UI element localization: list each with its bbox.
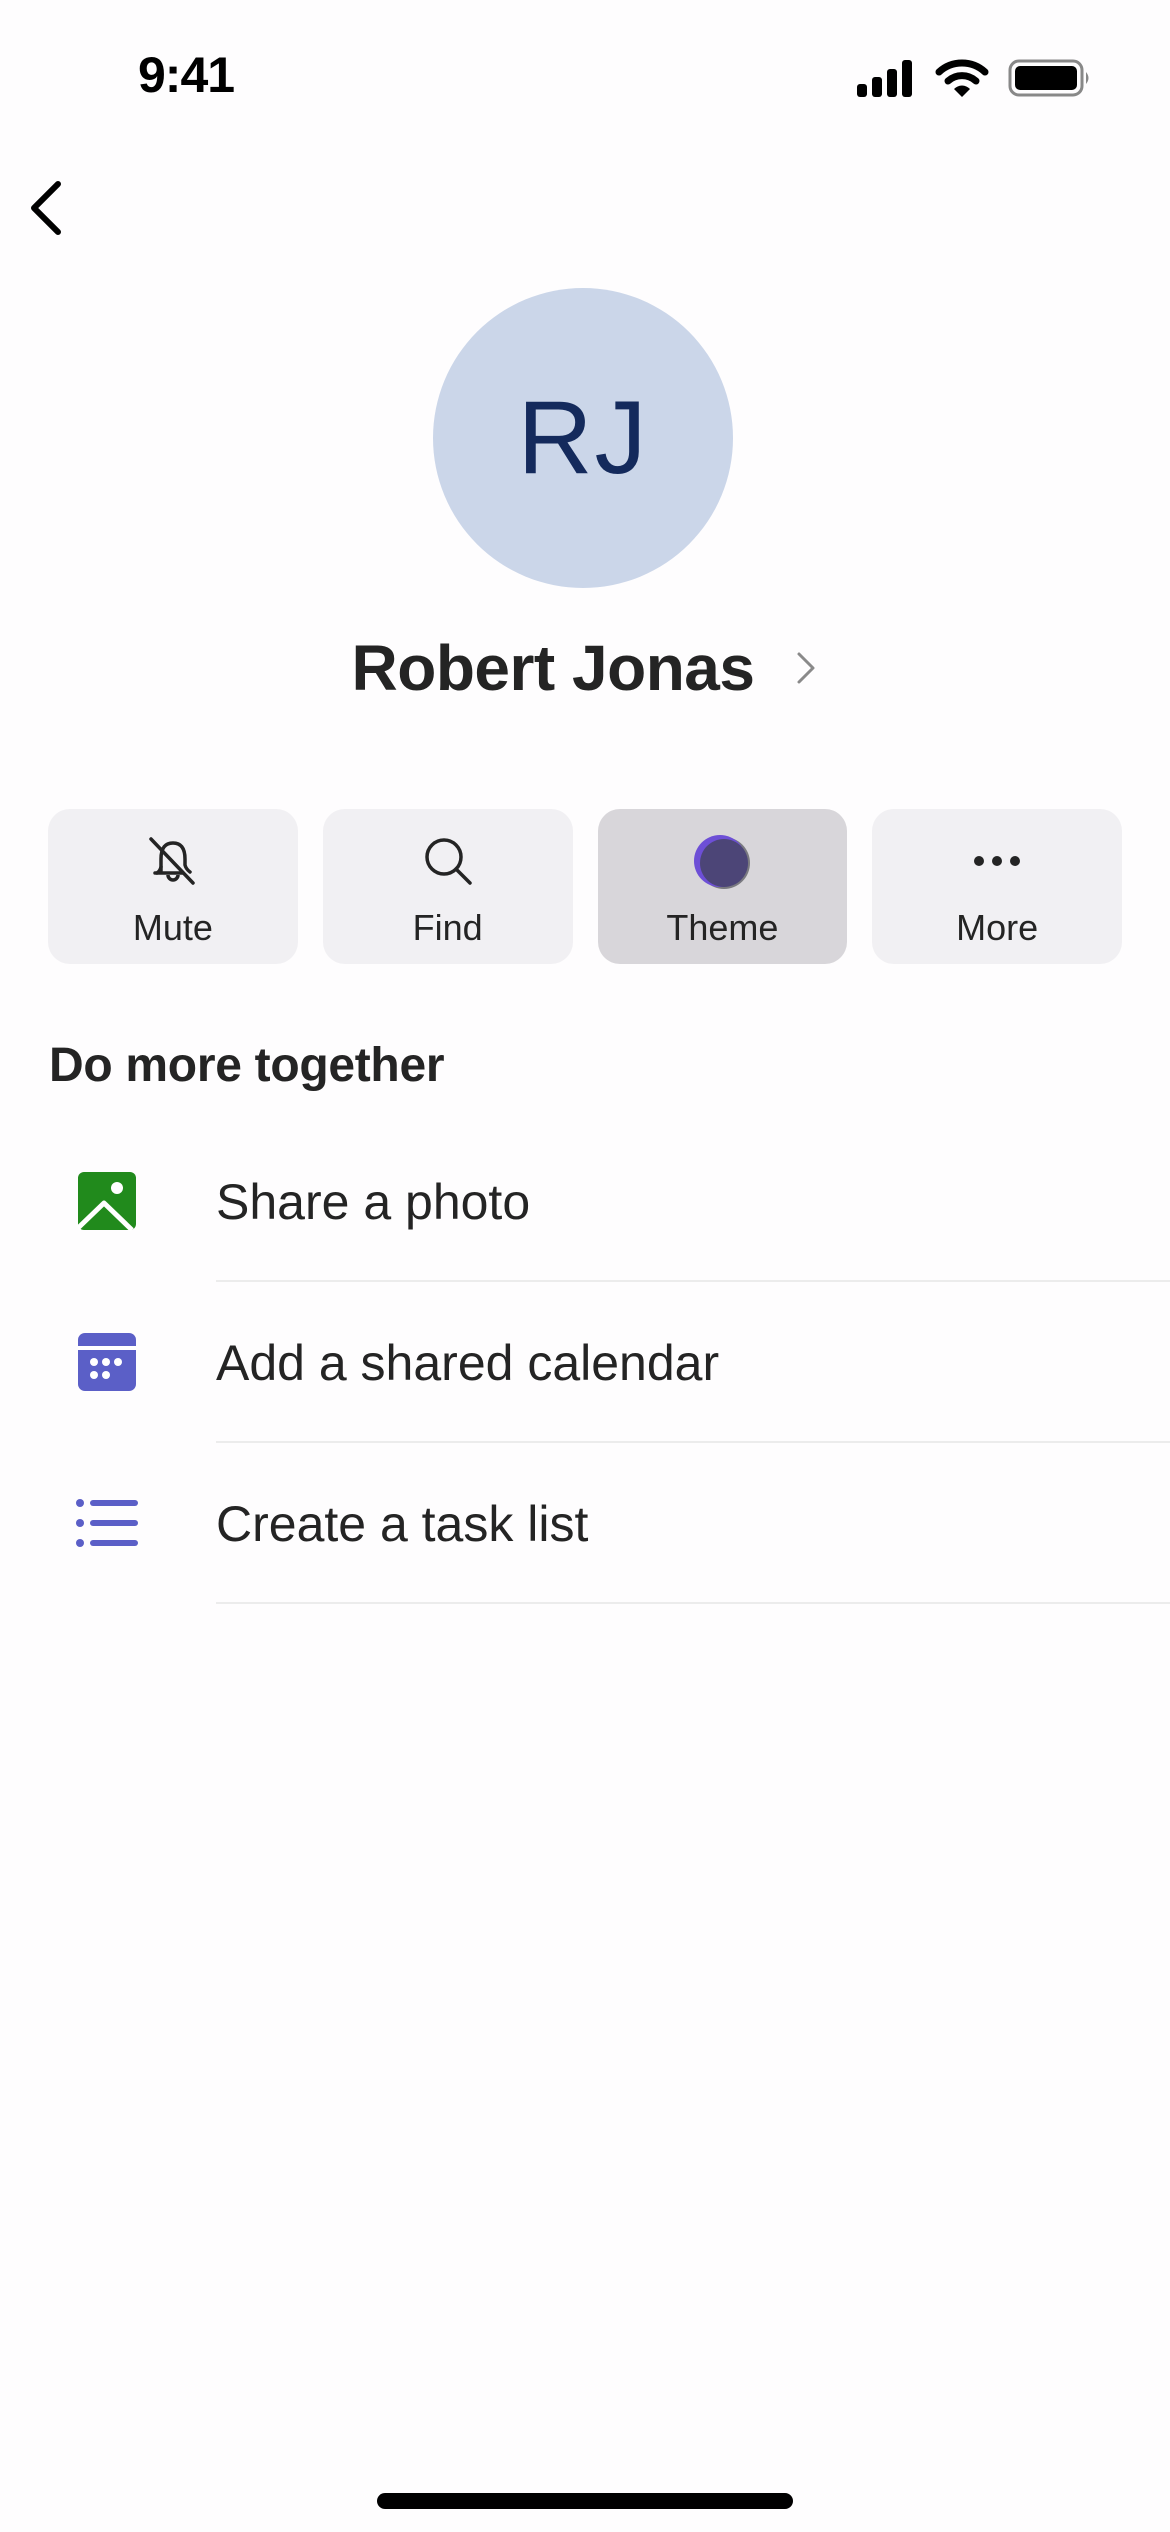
bell-off-icon [149, 837, 195, 885]
list-item-shared-calendar[interactable]: Add a shared calendar [0, 1282, 1170, 1443]
divider [216, 1602, 1170, 1604]
more-button[interactable]: More [872, 809, 1122, 964]
more-horizontal-icon [974, 856, 1021, 866]
mute-button[interactable]: Mute [48, 809, 298, 964]
find-button[interactable]: Find [322, 809, 573, 964]
profile-name-link[interactable]: Robert Jonas [0, 626, 1170, 710]
search-icon [424, 838, 472, 885]
avatar-initials: RJ [517, 379, 649, 496]
theme-label: Theme [666, 907, 779, 948]
task-list-icon [76, 1499, 138, 1547]
profile-name: Robert Jonas [351, 632, 755, 704]
list-item-share-photo[interactable]: Share a photo [0, 1121, 1170, 1282]
wifi-icon [935, 59, 989, 97]
quick-actions: Mute Find Theme More [48, 809, 1122, 964]
photo-icon [76, 1172, 136, 1232]
calendar-icon [78, 1333, 136, 1391]
cellular-signal-icon [857, 60, 912, 97]
back-chevron-icon[interactable] [22, 172, 72, 242]
list-item-task-list[interactable]: Create a task list [0, 1443, 1170, 1604]
find-label: Find [412, 907, 483, 948]
list-item-label: Create a task list [216, 1496, 589, 1552]
list-item-label: Add a shared calendar [216, 1335, 720, 1391]
list-item-label: Share a photo [216, 1174, 531, 1230]
mute-label: Mute [132, 907, 213, 948]
chevron-right-icon [797, 652, 815, 684]
do-more-list: Share a photo Add a shared calendar Crea… [0, 1121, 1170, 1604]
theme-icon [694, 835, 751, 889]
theme-button[interactable]: Theme [597, 809, 848, 964]
home-indicator[interactable] [377, 2493, 793, 2509]
section-title: Do more together [49, 1039, 445, 1092]
avatar[interactable]: RJ [433, 288, 733, 588]
more-label: More [956, 907, 1039, 948]
status-time: 9:41 [138, 47, 235, 103]
battery-icon [1008, 59, 1089, 97]
